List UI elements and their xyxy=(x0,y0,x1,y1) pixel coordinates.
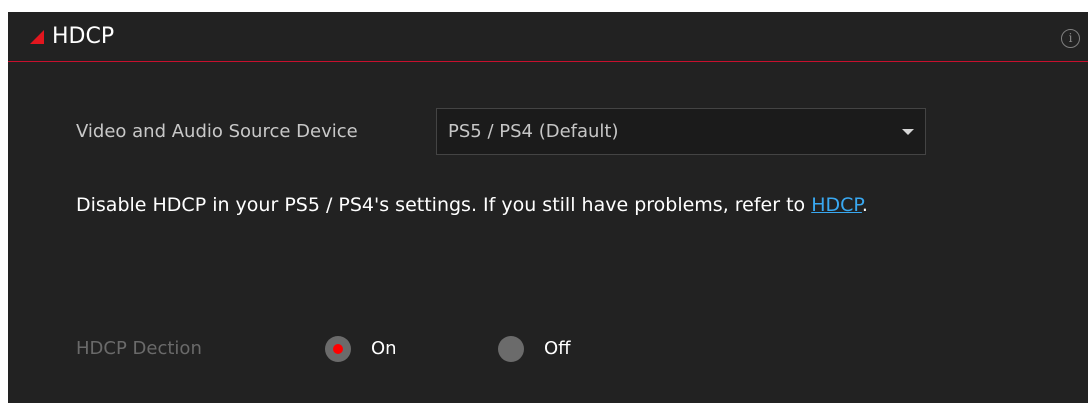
section-header: HDCP i xyxy=(8,12,1088,62)
caret-down-icon xyxy=(902,129,914,135)
radio-button-icon xyxy=(498,336,524,362)
detection-off-label: Off xyxy=(544,338,571,359)
source-device-label: Video and Audio Source Device xyxy=(76,121,358,142)
source-device-selected-value: PS5 / PS4 (Default) xyxy=(448,121,619,142)
radio-button-icon xyxy=(325,336,351,362)
hdcp-detection-label: HDCP Dection xyxy=(76,338,202,359)
hdcp-settings-panel: HDCP i Video and Audio Source Device PS5… xyxy=(8,12,1088,403)
radio-selected-dot xyxy=(333,344,343,354)
hdcp-notice: Disable HDCP in your PS5 / PS4's setting… xyxy=(76,192,868,218)
hdcp-help-link[interactable]: HDCP xyxy=(811,194,862,216)
notice-text: Disable HDCP in your PS5 / PS4's setting… xyxy=(76,194,812,216)
info-icon[interactable]: i xyxy=(1061,29,1080,48)
detection-on-label: On xyxy=(371,338,397,359)
header-marker-icon xyxy=(30,30,44,44)
section-title: HDCP xyxy=(52,24,115,49)
notice-text-end: . xyxy=(861,194,868,216)
source-device-dropdown[interactable]: PS5 / PS4 (Default) xyxy=(436,108,926,155)
